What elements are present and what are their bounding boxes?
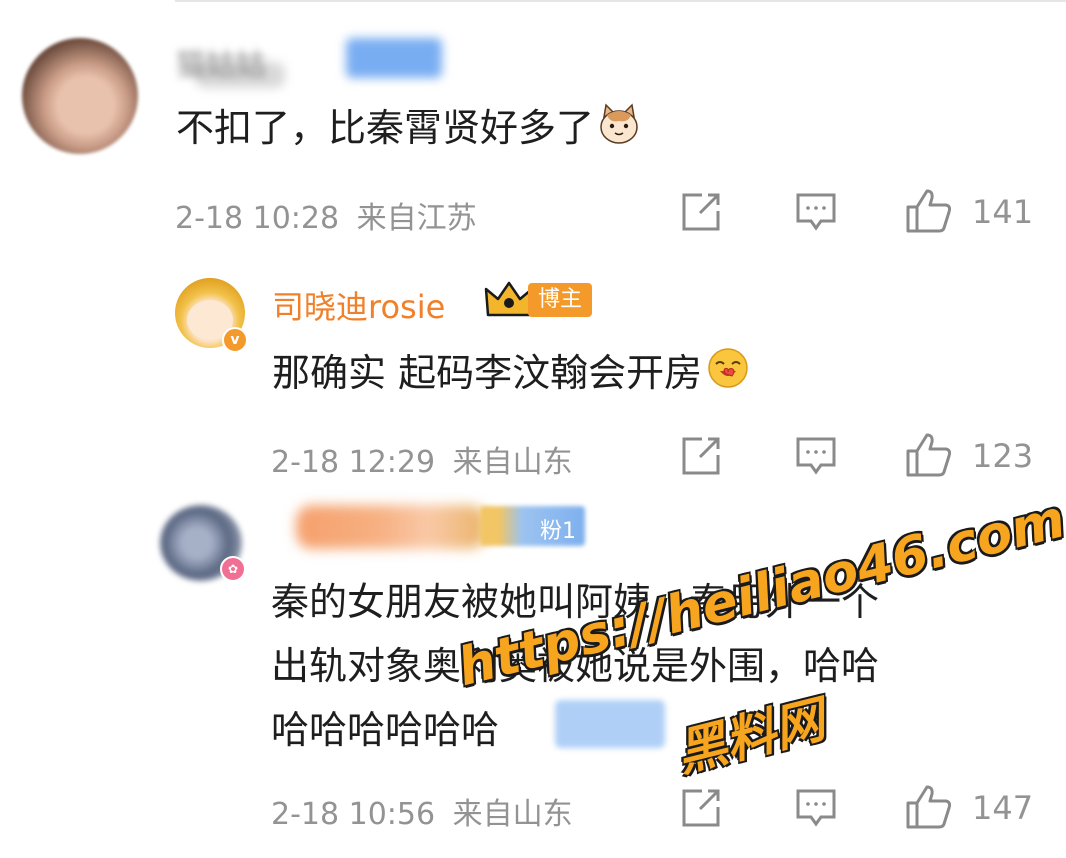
comment-icon[interactable] <box>795 787 837 833</box>
comment-location: 来自山东 <box>452 445 573 480</box>
comment-icon[interactable] <box>795 435 837 481</box>
like-count: 147 <box>972 789 1034 827</box>
username[interactable]: 猫姑姑 <box>176 40 266 84</box>
repost-icon[interactable] <box>680 435 722 481</box>
verified-icon: v <box>222 327 248 353</box>
comment-location: 来自山东 <box>452 797 573 832</box>
like-icon[interactable] <box>905 784 953 834</box>
comment-text: 那确实 起码李汶翰会开房 <box>272 345 750 405</box>
comment-time: 2-18 12:29 <box>271 445 436 480</box>
comment-meta: 2-18 10:28 来自江苏 <box>175 193 477 237</box>
fan-badge-label: 粉1 <box>540 519 576 544</box>
repost-icon[interactable] <box>680 191 722 237</box>
comment-text: 不扣了，比秦霄贤好多了 <box>176 100 640 160</box>
top-divider <box>175 0 1066 2</box>
face-blowing-kiss-emoji <box>706 346 750 405</box>
like-count: 141 <box>972 193 1034 231</box>
blurred-overlay <box>555 700 665 748</box>
like-count: 123 <box>972 437 1034 475</box>
blogger-badge: 博主 <box>528 283 593 317</box>
blurred-username[interactable] <box>296 505 486 549</box>
cat-face-emoji <box>598 103 640 160</box>
comment-icon[interactable] <box>795 191 837 237</box>
comment-time: 2-18 10:28 <box>175 201 340 236</box>
crown-icon <box>484 281 534 319</box>
avatar[interactable] <box>22 38 138 154</box>
comment-meta: 2-18 12:29 来自山东 <box>271 437 573 481</box>
repost-icon[interactable] <box>680 787 722 833</box>
comment-time: 2-18 10:56 <box>271 797 436 832</box>
like-icon[interactable] <box>905 188 953 238</box>
username[interactable]: 司晓迪rosie <box>272 282 445 328</box>
blurred-badge <box>346 38 442 78</box>
comment-location: 来自江苏 <box>356 201 477 236</box>
like-icon[interactable] <box>905 432 953 482</box>
comment-meta: 2-18 10:56 来自山东 <box>271 789 573 833</box>
fan-status-icon: ✿ <box>220 556 246 582</box>
